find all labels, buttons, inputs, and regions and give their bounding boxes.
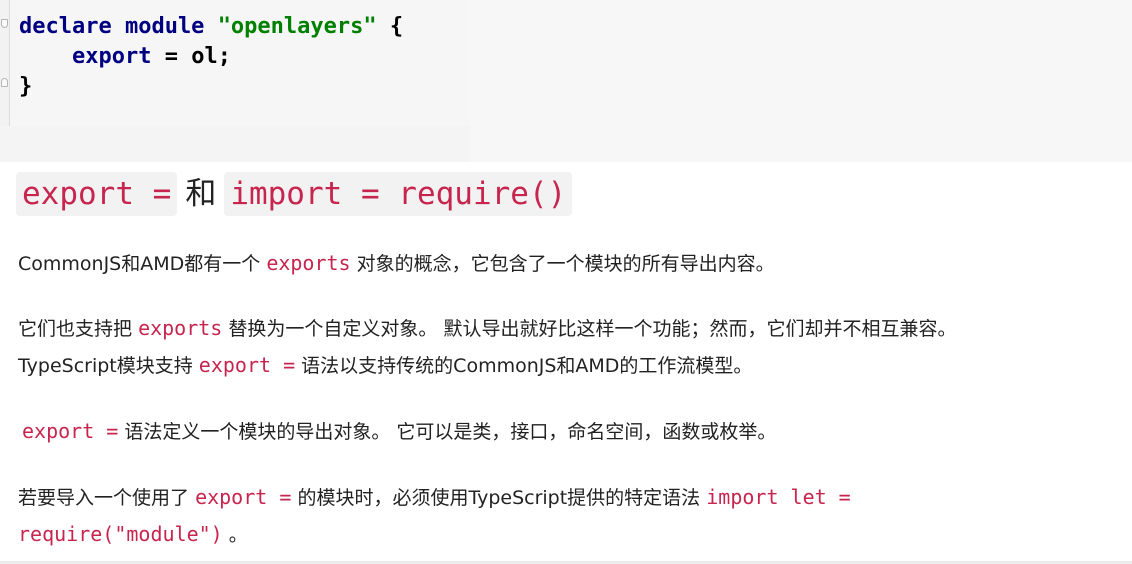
code-string: "openlayers"	[217, 14, 377, 39]
paragraph-4-line-2: require("module") 。	[18, 516, 248, 553]
fold-close-icon[interactable]	[1, 78, 8, 87]
inline-code: exports	[266, 251, 351, 275]
code-close-brace: }	[19, 74, 33, 99]
inline-code: exports	[138, 316, 223, 340]
text: 语法以支持传统的CommonJS和AMD的工作流模型。	[301, 355, 753, 377]
text: CommonJS和AMD都有一个	[18, 253, 261, 275]
code-side-area	[470, 0, 1132, 162]
text: TypeScript模块支持	[18, 355, 199, 377]
text: 它们也支持把	[18, 318, 133, 340]
code-keyword: export	[71, 44, 152, 69]
inline-code: export =	[198, 353, 296, 377]
text: 对象的概念，它包含了一个模块的所有导出内容。	[356, 253, 775, 275]
heading-code-export: export =	[16, 172, 178, 216]
section-heading: export = 和 import = require()	[16, 172, 573, 218]
code-rest: = ol;	[151, 44, 231, 69]
text: 若要导入一个使用了	[18, 487, 190, 509]
inline-code: require("module")	[18, 522, 223, 546]
heading-code-import: import = require()	[224, 172, 573, 216]
inline-code: import let =	[706, 485, 851, 509]
code-keyword: declare module	[19, 14, 205, 39]
heading-conjunction: 和	[185, 176, 217, 212]
text: 的模块时，必须使用TypeScript提供的特定语法	[297, 487, 701, 509]
code-punct: {	[376, 14, 404, 39]
code-line-3: }	[19, 73, 32, 101]
paragraph-3: export = 语法定义一个模块的导出对象。 它可以是类，接口，命名空间，函数…	[22, 413, 776, 450]
paragraph-2-line-2: TypeScript模块支持 export = 语法以支持传统的CommonJS…	[18, 347, 752, 384]
text: 替换为一个自定义对象。 默认导出就好比这样一个功能；然而，它们却并不相互兼容。	[228, 318, 957, 340]
code-gutter	[0, 0, 10, 126]
fold-open-icon[interactable]	[1, 19, 8, 28]
code-block: declare module "openlayers" { export = o…	[0, 0, 470, 126]
code-line-1: declare module "openlayers" {	[19, 13, 403, 41]
paragraph-4-line-1: 若要导入一个使用了 export = 的模块时，必须使用TypeScript提供…	[18, 479, 851, 516]
paragraph-2-line-1: 它们也支持把 exports 替换为一个自定义对象。 默认导出就好比这样一个功能…	[18, 310, 956, 347]
paragraph-1: CommonJS和AMD都有一个 exports 对象的概念，它包含了一个模块的…	[18, 245, 775, 282]
text: 语法定义一个模块的导出对象。 它可以是类，接口，命名空间，函数或枚举。	[124, 421, 777, 443]
inline-code: export =	[22, 419, 119, 443]
text: 。	[228, 524, 248, 546]
inline-code: export =	[195, 485, 292, 509]
section-divider	[0, 0, 1132, 162]
code-line-2: export = ol;	[19, 43, 231, 71]
